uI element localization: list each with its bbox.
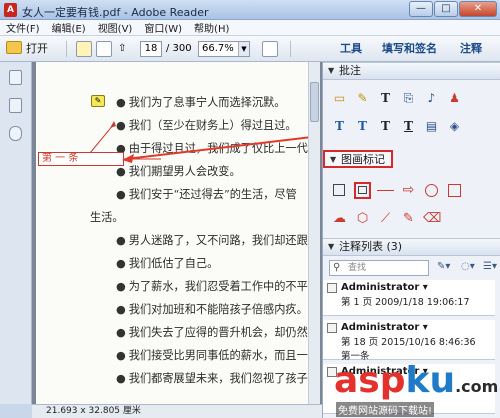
toolbar-divider [290,41,291,57]
bookmark-icon[interactable] [9,98,22,113]
collapse-triangle-icon: ▼ [330,155,337,164]
highlight-tool-icon[interactable]: ✎ [354,90,371,107]
note-icon [327,323,337,333]
zoom-value: 66.7% [202,43,234,54]
page-total: / 300 [166,43,192,54]
rectangle-tool-icon[interactable] [446,182,463,199]
cloud-tool-icon[interactable]: ☁ [331,210,348,227]
stamp-tool-icon[interactable]: ♟ [446,90,463,107]
comment-meta: 第 1 页 2009/1/18 19:06:17 [341,297,470,308]
watermark-brand: aspku.com [334,360,499,401]
callout-arrows [89,121,313,163]
annotations-header[interactable]: ▼ 批注 [323,62,500,80]
text-box-tool-icon[interactable] [331,182,348,199]
document-scrollbar[interactable] [308,62,320,404]
adobe-reader-icon: A [4,3,17,17]
menu-help[interactable]: 帮助(H) [194,20,229,35]
pencil-tool-icon[interactable]: ✎ [400,210,417,227]
drawing-markup-title: 图画标记 [341,153,385,166]
window-title: 女人一定要有钱.pdf - Adobe Reader [22,6,209,19]
polyline-tool-icon[interactable]: ⟋ [377,210,394,227]
arrowhead [110,121,116,128]
line-tool-icon[interactable] [377,182,394,199]
drawing-tools-row-1: ⇨ [331,182,469,199]
note-icon [327,283,337,293]
collapse-triangle-icon: ▼ [328,66,335,75]
strikethrough-tool-icon[interactable]: T [377,118,394,135]
document-view[interactable]: ✎ ●我们为了息事宁人而选择沉默。 ●我们（至少在财务上）得过且过。 ●由于得过… [32,62,322,404]
page-up-icon[interactable]: ⇧ [118,41,134,57]
status-bar: 21.693 x 32.805 厘米 [32,404,322,418]
polygon-tool-icon[interactable]: ⬡ [354,210,371,227]
comment-list-header[interactable]: ▼ 注释列表 (3) [323,238,500,256]
fill-sign-tab[interactable]: 填写和签名 [382,41,437,57]
comment-author: Administrator ▾ [341,282,428,293]
drawing-markup-header[interactable]: ▼ 图画标记 [323,150,393,168]
zoom-select[interactable]: 66.7% ▼ [198,41,250,57]
sticky-note-tool-icon[interactable]: ▭ [331,90,348,107]
search-icon: ⚲ [333,262,341,273]
collapse-triangle-icon: ▼ [328,242,335,251]
arrowhead [122,154,134,163]
underline-tool-icon[interactable]: T [400,118,417,135]
page-number-input[interactable]: 18 [140,41,162,57]
menu-bar: 文件(F) 编辑(E) 视图(V) 窗口(W) 帮助(H) [0,20,500,36]
oval-tool-icon[interactable] [423,182,440,199]
arrow-tool-icon[interactable]: ⇨ [400,182,417,199]
comment-author: Administrator ▾ [341,322,428,333]
attach-file-tool-icon[interactable]: ⎘ [400,90,417,107]
tools-tab[interactable]: 工具 [340,41,362,57]
scrollbar-thumb[interactable] [310,82,319,122]
menu-view[interactable]: 视图(V) [98,20,133,35]
comment-meta: 第 18 页 2015/10/16 8:46:36 [341,337,476,348]
annotation-tools-row-2: T T T T ▤ ◈ [331,118,469,135]
guide-arrow [125,136,313,160]
maximize-button[interactable]: □ [434,1,458,17]
comment-item[interactable]: Administrator ▾ 第 1 页 2009/1/18 19:06:17 [323,280,495,316]
options-icon[interactable]: ☰▾ [483,261,497,272]
menu-file[interactable]: 文件(F) [6,20,40,35]
comment-search-input[interactable]: ⚲ 查找 [329,260,429,276]
eraser-tool-icon[interactable]: ⌫ [423,210,441,227]
fit-page-icon[interactable] [262,41,278,57]
comment-list-title: 注释列表 (3) [339,240,403,253]
minimize-button[interactable]: — [409,1,433,17]
annotation-tools-row-1: ▭ ✎ T ⎘ ♪ ♟ [331,90,469,107]
chevron-down-icon[interactable]: ▼ [238,42,249,56]
search-placeholder: 查找 [348,263,367,273]
reply-icon[interactable]: ✎▾ [437,261,450,272]
page-icon[interactable] [96,41,112,57]
close-button[interactable]: ✕ [459,1,497,17]
toolbar-divider [66,41,67,57]
watermark-tagline: 免费网站源码下载站! [336,402,435,417]
folder-open-icon[interactable] [6,41,22,54]
page-size-readout: 21.693 x 32.805 厘米 [46,406,141,416]
toolbar: 打开 ⇧ 18 / 300 66.7% ▼ 工具 填写和签名 注释 [0,36,500,62]
comment-bubble-icon[interactable] [76,41,92,57]
record-audio-tool-icon[interactable]: ♪ [423,90,440,107]
open-button[interactable]: 打开 [26,40,48,58]
highlight-text-tool-icon[interactable]: ◈ [446,118,463,135]
navigation-pane [0,62,32,404]
callout-tool-icon[interactable] [354,182,371,199]
title-bar: A 女人一定要有钱.pdf - Adobe Reader — □ ✕ [0,0,500,20]
attachment-icon[interactable] [9,126,22,141]
window-controls: — □ ✕ [408,1,497,17]
add-text-tool-icon[interactable]: T [377,90,394,107]
comment-item[interactable]: Administrator ▾ 第 18 页 2015/10/16 8:46:3… [323,320,495,362]
menu-edit[interactable]: 编辑(E) [52,20,86,35]
annotations-title: 批注 [339,64,361,77]
pdf-page[interactable]: ✎ ●我们为了息事宁人而选择沉默。 ●我们（至少在财务上）得过且过。 ●由于得过… [36,62,316,404]
callout-arrow-to-line [89,123,115,154]
page-thumbnails-icon[interactable] [9,70,22,85]
comment-tab[interactable]: 注释 [460,41,482,57]
replace-text-tool-icon[interactable]: T [354,118,371,135]
drawing-tools-row-2: ☁ ⬡ ⟋ ✎ ⌫ [331,210,446,227]
insert-text-tool-icon[interactable]: T [331,118,348,135]
comment-color-icon[interactable]: ◌▾ [461,261,475,272]
watermark-logo: aspku.com 免费网站源码下载站! [334,360,500,418]
menu-window[interactable]: 窗口(W) [144,20,182,35]
add-note-text-tool-icon[interactable]: ▤ [423,118,440,135]
